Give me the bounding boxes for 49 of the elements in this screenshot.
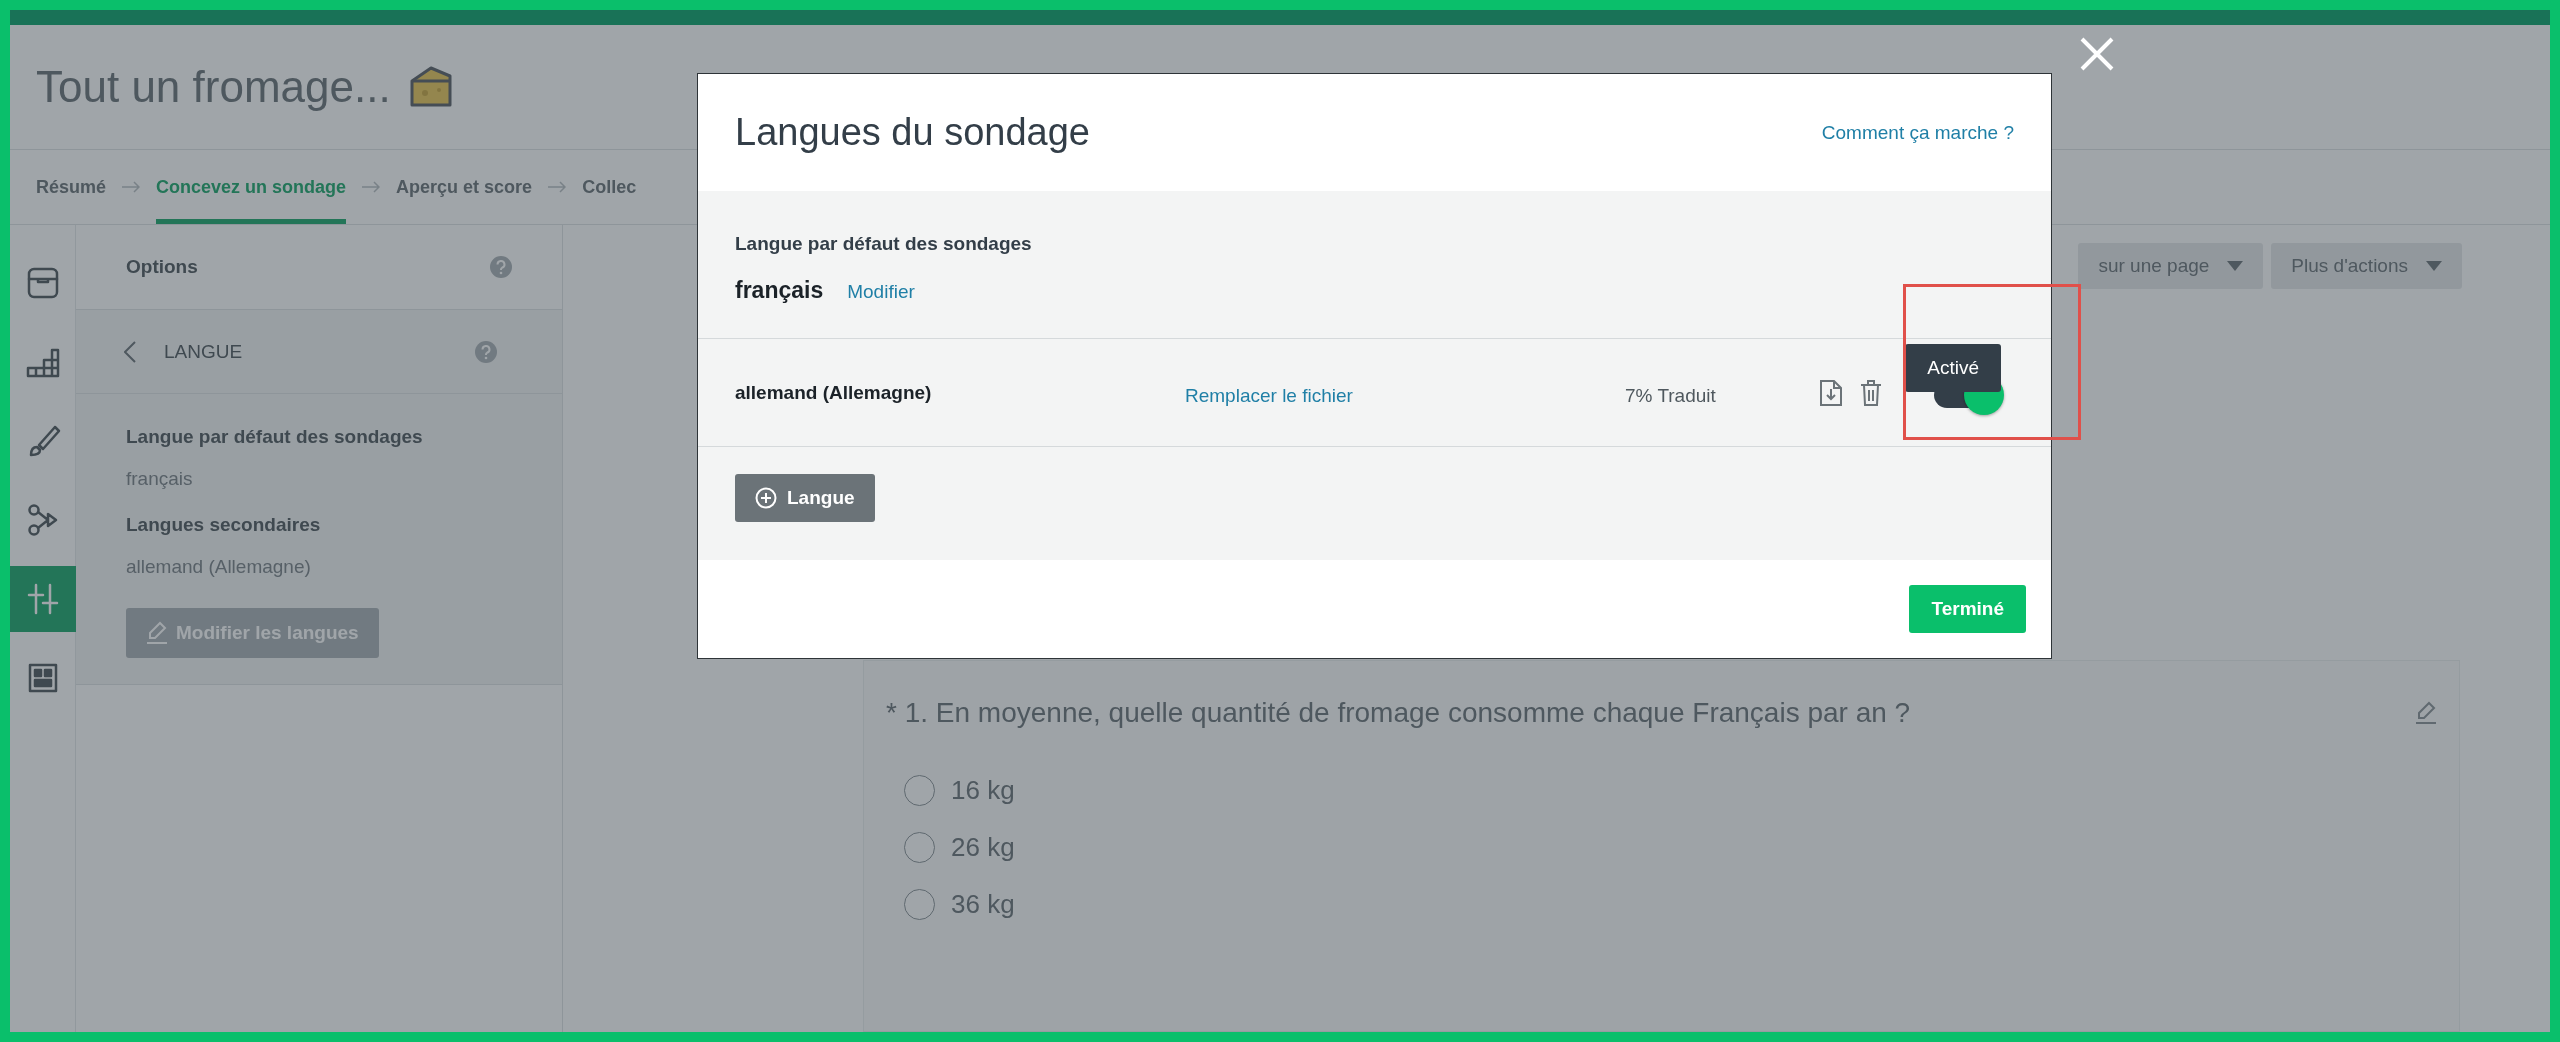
answer-option[interactable]: 26 kg xyxy=(886,832,2437,863)
answer-option[interactable]: 36 kg xyxy=(886,889,2437,920)
help-icon[interactable] xyxy=(475,340,497,363)
trash-icon[interactable] xyxy=(1860,379,1882,406)
back-icon[interactable] xyxy=(124,340,136,363)
survey-title: Tout un fromage... xyxy=(36,62,391,112)
language-name: allemand (Allemagne) xyxy=(735,381,933,404)
done-button[interactable]: Terminé xyxy=(1909,585,2026,633)
field-value: français xyxy=(126,468,194,490)
rail-button[interactable] xyxy=(10,566,76,632)
step-tab[interactable]: Collec xyxy=(582,150,637,224)
close-button[interactable] xyxy=(2078,35,2116,73)
tray-icon xyxy=(25,265,61,301)
pencil-icon[interactable] xyxy=(2415,701,2437,725)
arrow-icon xyxy=(362,181,381,193)
sliders-icon xyxy=(25,581,61,617)
add-language-button[interactable]: Langue xyxy=(735,474,875,522)
modify-link[interactable]: Modifier xyxy=(847,281,915,303)
default-language: français xyxy=(735,277,824,304)
translated-label: 7% Traduit xyxy=(1625,384,1717,407)
answer-option[interactable]: 16 kg xyxy=(886,775,2437,806)
arrow-icon xyxy=(548,181,567,193)
radio-button[interactable] xyxy=(904,775,935,806)
caret-icon xyxy=(2227,261,2244,271)
dropdown-button[interactable]: Plus d'actions xyxy=(2271,243,2462,289)
field-label: Langue par défaut des sondages xyxy=(735,233,1033,255)
question-text: * 1. En moyenne, quelle quantité de fromage consomme chaque Français par an ? xyxy=(886,697,1911,729)
panel-title: Options xyxy=(126,256,198,278)
help-link[interactable]: Comment ça marche ? xyxy=(1821,121,2014,144)
caret-icon xyxy=(2426,261,2442,271)
step-tab[interactable]: Concevez un sondage xyxy=(156,150,347,224)
field-value: allemand (Allemagne) xyxy=(126,556,312,578)
step-tab[interactable]: Aperçu et score xyxy=(396,150,533,224)
replace-file-link[interactable]: Remplacer le fichier xyxy=(1185,384,1625,407)
field-label: Langues secondaires xyxy=(126,514,322,536)
radio-button[interactable] xyxy=(904,889,935,920)
plus-circle-icon xyxy=(755,487,777,509)
radio-button[interactable] xyxy=(904,832,935,863)
tooltip: Activé xyxy=(1905,343,2001,392)
dropdown-button[interactable]: sur une page xyxy=(2078,243,2264,289)
section-title: LANGUE xyxy=(164,340,244,363)
arrow-icon xyxy=(122,181,141,193)
cheese-icon xyxy=(408,65,455,109)
help-icon[interactable] xyxy=(490,256,512,278)
field-label: Langue par défaut des sondages xyxy=(126,426,424,448)
pencil-icon xyxy=(146,621,168,645)
download-icon[interactable] xyxy=(1820,379,1842,406)
dialog-title: Langues du sondage xyxy=(735,111,1090,154)
step-tab[interactable]: Résumé xyxy=(36,150,107,224)
